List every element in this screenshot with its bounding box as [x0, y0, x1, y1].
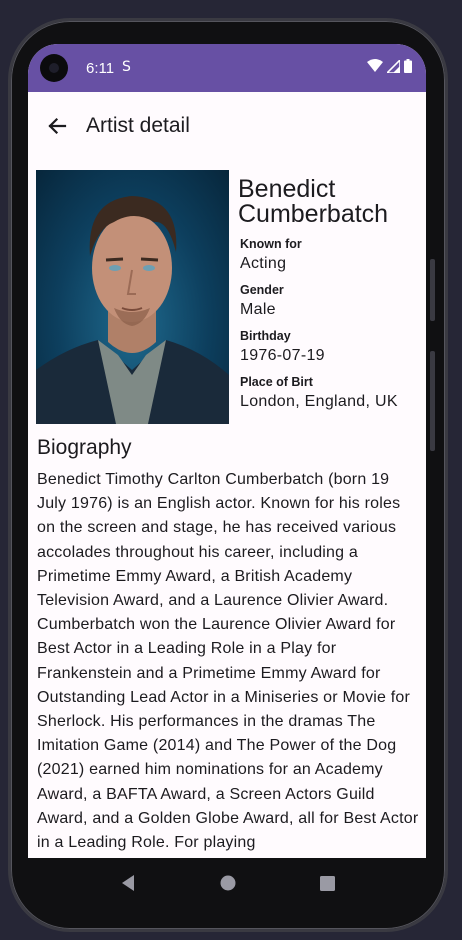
back-button[interactable]	[29, 98, 85, 154]
sim-icon: S	[122, 59, 131, 75]
artist-name-line2: Cumberbatch	[238, 200, 389, 228]
top-app-bar: Artist detail	[28, 92, 426, 160]
artist-photo	[36, 170, 229, 424]
system-nav-bar	[28, 858, 426, 908]
power-button	[430, 259, 435, 321]
camera-icon	[40, 54, 68, 82]
place-of-birth-label: Place of Birt	[240, 375, 313, 389]
portrait-illustration	[36, 196, 229, 424]
home-circle-icon[interactable]	[220, 875, 236, 891]
battery-icon	[404, 59, 412, 73]
biography-heading: Biography	[37, 436, 132, 459]
page-title: Artist detail	[86, 114, 190, 137]
arrow-back-icon	[48, 117, 67, 135]
volume-button	[430, 351, 435, 451]
gender-label: Gender	[240, 283, 284, 297]
wifi-icon	[367, 59, 383, 72]
app-screen: 6:11 S Artist detail Benedict Cumberbatc…	[28, 44, 426, 858]
place-of-birth-value: London, England, UK	[240, 393, 398, 410]
artist-name: Benedict Cumberbatch	[238, 177, 398, 227]
biography-text: Benedict Timothy Carlton Cumberbatch (bo…	[37, 471, 419, 852]
artist-detail-content[interactable]: Benedict Cumberbatch Known for Acting Ge…	[28, 160, 426, 855]
status-time: 6:11	[86, 60, 115, 77]
status-bar: 6:11 S	[28, 44, 426, 92]
birthday-label: Birthday	[240, 329, 291, 343]
signal-icon	[387, 59, 400, 73]
back-triangle-icon[interactable]	[120, 874, 136, 892]
known-for-value: Acting	[240, 255, 287, 272]
status-icons	[367, 59, 412, 73]
gender-value: Male	[240, 301, 276, 318]
artist-header: Benedict Cumberbatch Known for Acting Ge…	[36, 170, 418, 424]
known-for-label: Known for	[240, 237, 302, 251]
artist-name-line1: Benedict	[238, 175, 336, 203]
recents-square-icon[interactable]	[319, 875, 335, 891]
artist-info: Benedict Cumberbatch Known for Acting Ge…	[238, 170, 398, 424]
birthday-value: 1976-07-19	[240, 347, 325, 364]
